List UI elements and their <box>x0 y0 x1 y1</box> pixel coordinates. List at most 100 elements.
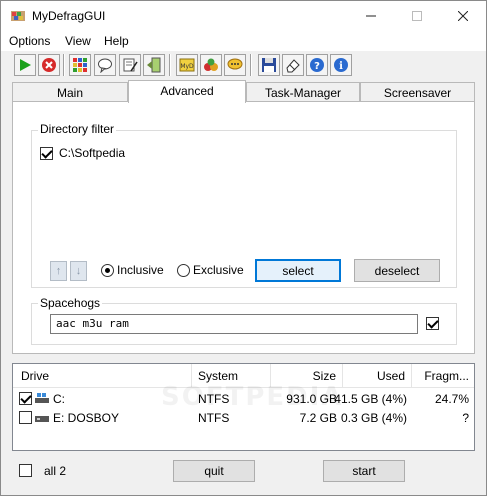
tab-main[interactable]: Main <box>12 82 128 102</box>
drive-used: 0.3 GB (4%) <box>340 411 407 425</box>
notepad-icon <box>123 58 138 72</box>
drive-checkbox[interactable] <box>19 392 32 405</box>
myd-icon: MyD <box>179 58 195 72</box>
notes-toolbar-button[interactable] <box>119 54 141 76</box>
inclusive-radio[interactable] <box>101 264 114 277</box>
app-window: MyDefragGUI Options View Help MyD ? i Ma… <box>0 0 487 496</box>
start-button[interactable]: start <box>323 460 405 482</box>
spacehogs-input[interactable]: aac m3u ram <box>50 314 418 334</box>
help-icon: ? <box>310 58 324 72</box>
column-header-fragmentation[interactable]: Fragm... <box>412 364 474 388</box>
grid-icon <box>73 58 87 72</box>
stop-icon <box>42 58 56 72</box>
column-header-label: Fragm... <box>424 369 469 383</box>
drive-system: NTFS <box>198 411 230 425</box>
tab-label: Main <box>56 86 83 100</box>
clear-toolbar-button[interactable] <box>282 54 304 76</box>
chat-icon <box>227 58 243 70</box>
save-icon <box>262 58 276 72</box>
chat-toolbar-button[interactable] <box>224 54 246 76</box>
menu-help[interactable]: Help <box>104 34 129 48</box>
drive-name: E: DOSBOY <box>53 411 120 425</box>
title-bar[interactable]: MyDefragGUI <box>1 1 486 31</box>
tab-task-manager[interactable]: Task-Manager <box>246 82 360 102</box>
message-toolbar-button[interactable] <box>94 54 116 76</box>
svg-text:?: ? <box>314 61 320 72</box>
toolbar-separator <box>63 54 65 76</box>
arrow-up-icon: ↑ <box>55 265 62 277</box>
move-up-button[interactable]: ↑ <box>50 261 67 281</box>
play-icon <box>20 59 31 71</box>
quit-button[interactable]: quit <box>173 460 255 482</box>
speech-bubble-icon <box>98 58 112 73</box>
fruit-toolbar-button[interactable] <box>200 54 222 76</box>
toolbar: MyD ? i <box>1 51 486 81</box>
exit-door-icon <box>147 57 161 73</box>
tab-screensaver[interactable]: Screensaver <box>360 82 475 102</box>
deselect-button[interactable]: deselect <box>354 259 440 282</box>
directory-item-path: C:\Softpedia <box>59 146 126 160</box>
spacehogs-checkbox[interactable] <box>426 317 439 330</box>
tab-advanced[interactable]: Advanced <box>128 80 246 103</box>
move-down-button[interactable]: ↓ <box>70 261 87 281</box>
select-button-label: select <box>282 263 314 278</box>
mydefrag-toolbar-button[interactable]: MyD <box>176 54 198 76</box>
drive-used: 41.5 GB (4%) <box>334 392 407 406</box>
app-logo-icon <box>11 11 25 21</box>
exclusive-label: Exclusive <box>193 263 244 277</box>
column-header-used[interactable]: Used <box>343 364 412 388</box>
close-button[interactable] <box>440 1 486 31</box>
quit-button-label: quit <box>204 464 224 478</box>
column-header-label: Size <box>312 369 336 383</box>
column-header-label: Used <box>376 369 405 383</box>
removable-drive-icon <box>35 416 49 422</box>
close-icon <box>458 11 468 21</box>
start-toolbar-button[interactable] <box>14 54 36 76</box>
stop-toolbar-button[interactable] <box>38 54 60 76</box>
column-header-label: Drive <box>21 369 50 383</box>
directory-item-checkbox[interactable] <box>40 147 53 160</box>
menu-options[interactable]: Options <box>9 34 50 48</box>
minimize-icon <box>366 15 376 17</box>
spacehogs-label: Spacehogs <box>38 296 103 310</box>
directory-filter-label: Directory filter <box>38 122 117 136</box>
window-title: MyDefragGUI <box>32 9 106 23</box>
exit-toolbar-button[interactable] <box>143 54 165 76</box>
info-icon: i <box>334 58 348 72</box>
column-header-label: System <box>198 369 239 383</box>
maximize-icon <box>412 11 422 21</box>
drive-size: 7.2 GB <box>299 411 337 425</box>
deselect-button-label: deselect <box>374 263 420 278</box>
tab-label: Advanced <box>160 84 214 98</box>
select-all-label: all 2 <box>44 464 67 478</box>
tab-label: Task-Manager <box>264 86 342 100</box>
apples-icon <box>204 58 218 71</box>
advanced-tab-panel: Directory filter C:\Softpedia ↑ ↓ Inclus… <box>12 101 475 354</box>
start-button-label: start <box>352 464 376 478</box>
drive-checkbox[interactable] <box>19 411 32 424</box>
watermark: SOFTPEDIA <box>161 382 344 412</box>
tab-strip: Main Advanced Task-Manager Screensaver <box>12 80 475 103</box>
toolbar-separator <box>250 54 252 76</box>
arrow-down-icon: ↓ <box>75 265 82 277</box>
tab-label: Screensaver <box>383 86 452 100</box>
menu-bar: Options View Help <box>1 31 486 51</box>
info-toolbar-button[interactable]: i <box>330 54 352 76</box>
system-drive-icon <box>35 393 49 403</box>
toolbar-separator <box>169 54 171 76</box>
svg-text:i: i <box>339 61 343 72</box>
drive-fragmentation: 24.7% <box>434 392 469 406</box>
save-toolbar-button[interactable] <box>258 54 280 76</box>
eraser-icon <box>286 59 300 73</box>
inclusive-label: Inclusive <box>117 263 164 277</box>
drive-fragmentation: ? <box>462 411 469 425</box>
menu-view[interactable]: View <box>65 34 91 48</box>
select-all-checkbox[interactable] <box>19 464 32 477</box>
select-button[interactable]: select <box>255 259 341 282</box>
help-toolbar-button[interactable]: ? <box>306 54 328 76</box>
minimize-button[interactable] <box>348 1 394 31</box>
drive-name: C: <box>53 392 65 406</box>
maximize-button[interactable] <box>394 1 440 31</box>
exclusive-radio[interactable] <box>177 264 190 277</box>
diskmap-toolbar-button[interactable] <box>69 54 91 76</box>
